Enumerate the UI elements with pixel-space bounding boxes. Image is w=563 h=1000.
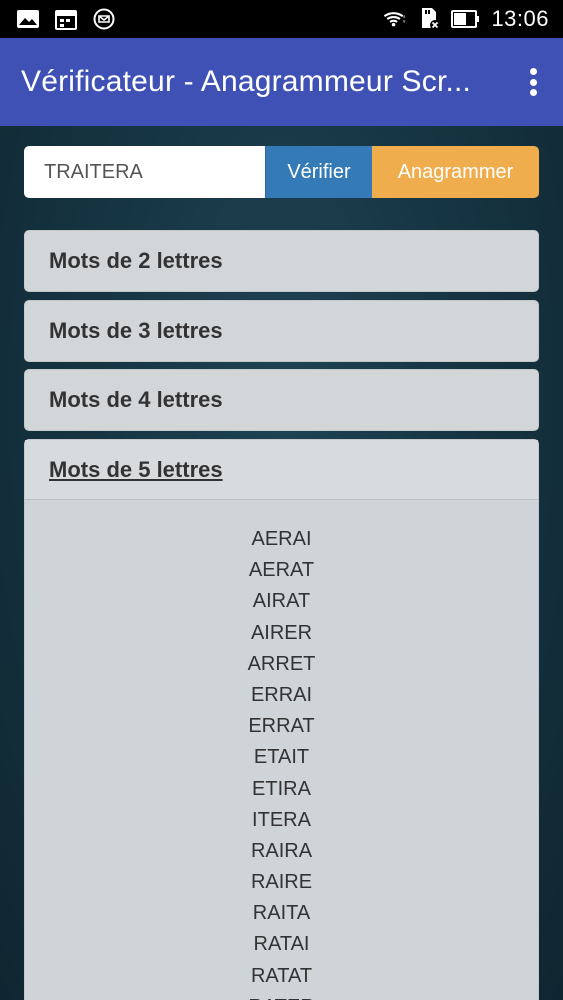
panel-2-letters: Mots de 2 lettres xyxy=(24,230,539,292)
word-item: RAITA xyxy=(252,902,311,925)
word-item: AIRER xyxy=(250,621,313,644)
app-title: Vérificateur - Anagrammeur Scr... xyxy=(21,65,472,98)
system-icons: 13:06 xyxy=(383,6,549,32)
wifi-icon xyxy=(383,8,407,30)
image-icon xyxy=(16,8,40,30)
panel-3-letters: Mots de 3 lettres xyxy=(24,300,539,362)
word-item: ARRET xyxy=(247,652,316,675)
dot-icon xyxy=(529,78,537,86)
word-item: RATER xyxy=(25,992,538,1000)
calendar-icon xyxy=(54,8,78,30)
panel-title: Mots de 2 lettres xyxy=(49,248,223,273)
app-bar: Vérificateur - Anagrammeur Scr... xyxy=(0,38,563,126)
panel-title: Mots de 3 lettres xyxy=(49,318,223,343)
word-input[interactable] xyxy=(24,146,265,198)
panel-5-letters: Mots de 5 lettres AERAI AERAT AIRAT AIRE… xyxy=(24,439,539,1000)
panel-heading-3-letters[interactable]: Mots de 3 lettres xyxy=(25,301,538,361)
battery-icon xyxy=(451,8,481,30)
search-form: Vérifier Anagrammer xyxy=(24,146,539,198)
dot-icon xyxy=(529,89,537,96)
overflow-menu-button[interactable] xyxy=(521,62,545,102)
notification-icons xyxy=(16,8,116,30)
panel-heading-4-letters[interactable]: Mots de 4 lettres xyxy=(25,370,538,430)
anagram-button[interactable]: Anagrammer xyxy=(372,146,539,198)
word-item: ETAIT xyxy=(253,746,310,769)
word-item: ERRAI xyxy=(250,683,313,706)
sd-card-icon xyxy=(417,8,441,30)
word-item: AERAI xyxy=(251,528,312,550)
word-item: RATAI xyxy=(253,933,310,956)
word-item: AIRAT xyxy=(252,590,311,613)
panel-heading-5-letters[interactable]: Mots de 5 lettres xyxy=(25,440,538,500)
mail-icon xyxy=(92,8,116,30)
word-item: ETIRA xyxy=(252,777,311,800)
word-item: RAIRE xyxy=(250,871,313,894)
word-item: RATAT xyxy=(250,964,313,987)
word-item: ITERA xyxy=(252,808,311,831)
clock: 13:06 xyxy=(491,6,549,31)
word-item: AERAT xyxy=(248,559,315,582)
word-list: AERAI AERAT AIRAT AIRER ARRET ERRAI ERRA… xyxy=(25,500,538,1000)
panel-heading-2-letters[interactable]: Mots de 2 lettres xyxy=(25,231,538,291)
status-bar: 13:06 xyxy=(0,0,563,38)
word-item: RAIRA xyxy=(250,839,313,862)
word-item: ERRAT xyxy=(248,715,315,738)
dot-icon xyxy=(529,68,537,75)
panel-title: Mots de 4 lettres xyxy=(49,387,223,412)
panel-title: Mots de 5 lettres xyxy=(49,456,223,482)
verify-button[interactable]: Vérifier xyxy=(265,146,372,198)
panel-4-letters: Mots de 4 lettres xyxy=(24,369,539,431)
